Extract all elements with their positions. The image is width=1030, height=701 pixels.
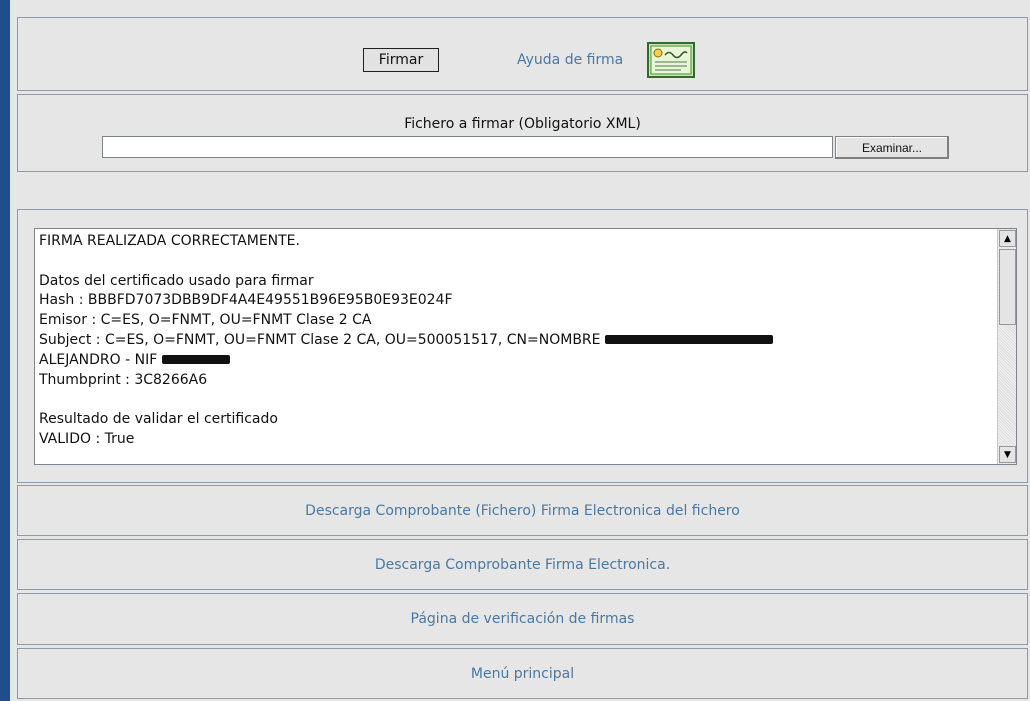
result-line: ​ — [39, 252, 994, 272]
result-line-subject: Subject : C=ES, O=FNMT, OU=FNMT Clase 2 … — [39, 331, 994, 351]
file-label: Fichero a firmar (Obligatorio XML) — [404, 116, 641, 132]
result-line: Resultado de validar el certificado — [39, 411, 278, 428]
file-panel: Fichero a firmar (Obligatorio XML) Exami… — [17, 94, 1028, 172]
download-file-receipt-label: Descarga Comprobante (Fichero) Firma Ele… — [305, 502, 740, 519]
result-line-name: ALEJANDRO - NIF — [39, 351, 994, 371]
browse-button[interactable]: Examinar... — [835, 136, 949, 159]
signature-help-link[interactable]: Ayuda de firma — [517, 52, 623, 68]
verification-page-label: Página de verificación de firmas — [410, 611, 635, 627]
result-line: Thumbprint : 3C8266A6 — [39, 371, 208, 388]
result-line: Subject : C=ES, O=FNMT, OU=FNMT Clase 2 … — [39, 331, 601, 348]
redaction-mark — [161, 355, 230, 365]
result-line: ​ — [39, 390, 994, 410]
redaction-mark — [604, 335, 773, 345]
download-receipt-link[interactable]: Descarga Comprobante Firma Electronica. — [17, 539, 1028, 590]
main-menu-link[interactable]: Menú principal — [17, 648, 1028, 699]
download-file-receipt-link[interactable]: Descarga Comprobante (Fichero) Firma Ele… — [17, 485, 1028, 536]
result-line: VALIDO : True — [39, 430, 135, 447]
result-line: ALEJANDRO - NIF — [39, 351, 158, 368]
vertical-scrollbar[interactable]: ▲ ▼ — [997, 229, 1016, 464]
result-text: FIRMA REALIZADA CORRECTAMENTE.​Datos del… — [39, 232, 994, 464]
scroll-thumb[interactable] — [999, 249, 1016, 325]
main-menu-label: Menú principal — [470, 665, 575, 682]
sign-panel: Firmar Ayuda de firma — [17, 17, 1028, 91]
download-receipt-label: Descarga Comprobante Firma Electronica. — [374, 556, 671, 573]
scroll-down-icon[interactable]: ▼ — [999, 446, 1016, 463]
result-line: Hash : BBBFD7073DBB9DF4A4E49551B96E95B0E… — [39, 292, 453, 309]
result-panel: FIRMA REALIZADA CORRECTAMENTE.​Datos del… — [17, 209, 1028, 483]
result-line: FIRMA REALIZADA CORRECTAMENTE. — [39, 233, 300, 249]
scroll-up-icon[interactable]: ▲ — [999, 230, 1016, 247]
result-line: Emisor : C=ES, O=FNMT, OU=FNMT Clase 2 C… — [39, 312, 372, 329]
file-path-input[interactable] — [102, 136, 833, 158]
signature-page: Firmar Ayuda de firma Fichero a firmar (… — [10, 0, 1030, 701]
certificate-icon[interactable] — [647, 42, 695, 78]
result-textarea[interactable]: FIRMA REALIZADA CORRECTAMENTE.​Datos del… — [34, 228, 1017, 465]
sign-button[interactable]: Firmar — [363, 48, 439, 72]
result-line: Datos del certificado usado para firmar — [39, 272, 314, 289]
verification-page-link[interactable]: Página de verificación de firmas — [17, 593, 1028, 645]
